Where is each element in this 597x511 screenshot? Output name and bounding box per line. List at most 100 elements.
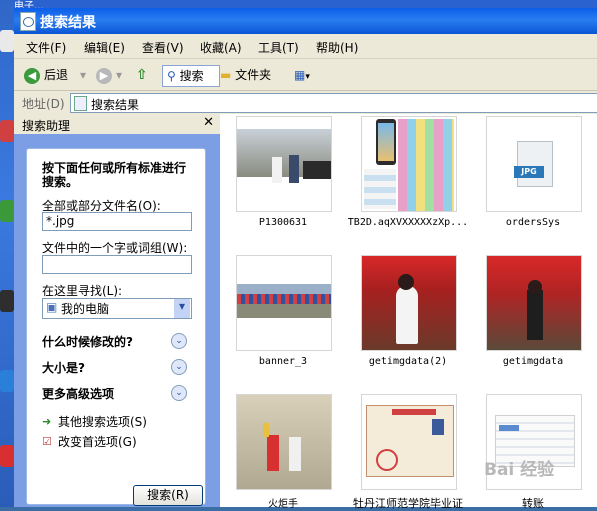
menu-edit[interactable]: 编辑(E): [84, 39, 125, 56]
file-name[interactable]: getimgdata: [470, 356, 596, 367]
window-title: 搜索结果: [40, 15, 96, 31]
menu-view[interactable]: 查看(V): [142, 39, 184, 56]
close-icon[interactable]: ✕: [203, 115, 214, 130]
photo-image: [237, 304, 331, 318]
results-view: P1300631 TB2D.aqXVXXXXXzXp... JPG orders…: [220, 114, 597, 510]
menu-favorites[interactable]: 收藏(A): [200, 39, 242, 56]
photo-image: [267, 435, 279, 471]
photo-image: [263, 423, 269, 437]
menu-tools[interactable]: 工具(T): [258, 39, 299, 56]
forward-arrow-icon: ▶: [96, 67, 112, 84]
expand-advanced-icon[interactable]: ⌄: [171, 385, 187, 401]
search-window-icon: [20, 12, 36, 31]
section-size[interactable]: 大小是?: [42, 359, 85, 376]
thumbnail-getimgdata-2[interactable]: [361, 255, 457, 351]
address-field[interactable]: 搜索结果: [70, 93, 597, 113]
section-modified[interactable]: 什么时候修改的?: [42, 333, 133, 350]
back-dropdown[interactable]: ▾: [80, 65, 86, 85]
file-name[interactable]: banner_3: [220, 356, 346, 367]
photo-image: [237, 395, 331, 489]
phrase-field[interactable]: [42, 255, 192, 274]
back-button[interactable]: ◀ 后退: [24, 65, 68, 85]
file-name[interactable]: 牡丹江师范学院毕业证: [345, 495, 471, 511]
lookin-value: 我的电脑: [61, 302, 110, 316]
photo-image: [398, 274, 414, 290]
menu-bar: 文件(F) 编辑(E) 查看(V) 收藏(A) 工具(T) 帮助(H): [14, 36, 597, 59]
folder-icon: ▬: [220, 68, 232, 82]
file-name[interactable]: P1300631: [220, 217, 346, 228]
desktop-icon[interactable]: [0, 30, 14, 52]
pane-heading: 按下面任何或所有标准进行搜索。: [42, 161, 187, 189]
toolbar: ◀ 后退 ▾ ▶ ▾ ⇧ ⚲ 搜索 ▬ 文件夹 ▦▾: [14, 60, 597, 91]
file-name[interactable]: TB2D.aqXVXXXXXzXp...: [345, 217, 471, 228]
desktop-icon[interactable]: [0, 445, 14, 467]
phrase-label: 文件中的一个字或词组(W):: [42, 241, 188, 255]
photo-image: [376, 449, 398, 471]
file-name[interactable]: ordersSys: [470, 217, 596, 228]
back-label: 后退: [44, 68, 69, 82]
thumbnail-torch[interactable]: [236, 394, 332, 490]
watermark: Bai 经验: [484, 460, 555, 480]
search-assistant-pane: 搜索助理 ✕ 按下面任何或所有标准进行搜索。 全部或部分文件名(O): *.jp…: [14, 114, 220, 507]
address-bar: 地址(D) 搜索结果: [14, 92, 597, 115]
computer-icon: ▣: [46, 300, 58, 314]
photo-image: [528, 280, 542, 294]
desktop-icon[interactable]: [0, 200, 14, 222]
jpg-file-icon: [517, 141, 553, 187]
address-value: 搜索结果: [91, 98, 140, 112]
chevron-down-icon[interactable]: ▾: [174, 299, 190, 318]
pane-header: 搜索助理 ✕: [14, 114, 220, 134]
photo-image: [237, 294, 331, 304]
address-label: 地址(D): [22, 97, 65, 111]
forward-button[interactable]: ▶ ▾: [96, 65, 122, 85]
lookin-select[interactable]: ▣ 我的电脑 ▾: [42, 298, 192, 319]
search-icon: ⚲: [167, 69, 176, 83]
explorer-window: 电子... 搜索结果 文件(F) 编辑(E) 查看(V) 收藏(A) 工具(T)…: [14, 0, 597, 510]
file-name[interactable]: 火炬手: [220, 495, 346, 510]
menu-help[interactable]: 帮助(H): [316, 39, 358, 56]
search-button[interactable]: ⚲ 搜索: [162, 65, 220, 87]
views-icon: ▦: [294, 68, 306, 82]
filename-field[interactable]: *.jpg: [42, 212, 192, 231]
photo-image: [289, 437, 301, 471]
filename-value: *.jpg: [46, 214, 75, 228]
photo-image: [237, 284, 331, 294]
desktop-icon[interactable]: [0, 120, 14, 142]
photo-image: [303, 161, 331, 179]
back-arrow-icon: ◀: [24, 67, 40, 84]
thumbnail-banner_3[interactable]: [236, 255, 332, 351]
other-search-options-link[interactable]: 其他搜索选项(S): [58, 413, 147, 430]
file-name[interactable]: 转账: [470, 495, 596, 511]
section-advanced[interactable]: 更多高级选项: [42, 385, 114, 402]
thumbnail-getimgdata[interactable]: [486, 255, 582, 351]
file-name[interactable]: getimgdata(2): [345, 356, 471, 367]
thumbnail-TB2D[interactable]: [361, 116, 457, 212]
menu-file[interactable]: 文件(F): [26, 39, 66, 56]
search-criteria-card: 按下面任何或所有标准进行搜索。 全部或部分文件名(O): *.jpg 文件中的一…: [26, 148, 206, 506]
photo-image: [499, 425, 519, 431]
search-submit-button[interactable]: 搜索(R): [133, 485, 203, 506]
desktop-strip: [0, 0, 14, 507]
photo-image: [392, 409, 436, 415]
expand-modified-icon[interactable]: ⌄: [171, 333, 187, 349]
folders-button[interactable]: ▬ 文件夹: [220, 65, 271, 85]
pane-title: 搜索助理: [22, 119, 71, 133]
photo-image: [398, 119, 454, 211]
photo-image: [364, 169, 396, 209]
photo-image: [289, 155, 299, 183]
thumbnail-P1300631[interactable]: [236, 116, 332, 212]
expand-size-icon[interactable]: ⌄: [171, 359, 187, 375]
thumbnail-ordersSys[interactable]: JPG: [486, 116, 582, 212]
up-folder-icon[interactable]: ⇧: [136, 65, 148, 85]
change-preferences-link[interactable]: 改变首选项(G): [58, 433, 137, 450]
photo-image: [378, 123, 394, 161]
arrow-right-icon: ➜: [42, 415, 52, 428]
photo-image: [432, 419, 444, 435]
thumbnail-certificate[interactable]: [361, 394, 457, 490]
desktop-icon[interactable]: [0, 370, 14, 392]
title-bar[interactable]: 搜索结果: [14, 8, 597, 34]
views-button[interactable]: ▦▾: [294, 65, 322, 85]
folders-label: 文件夹: [235, 68, 272, 82]
top-strip: 电子...: [14, 0, 597, 12]
desktop-icon[interactable]: [0, 290, 14, 312]
